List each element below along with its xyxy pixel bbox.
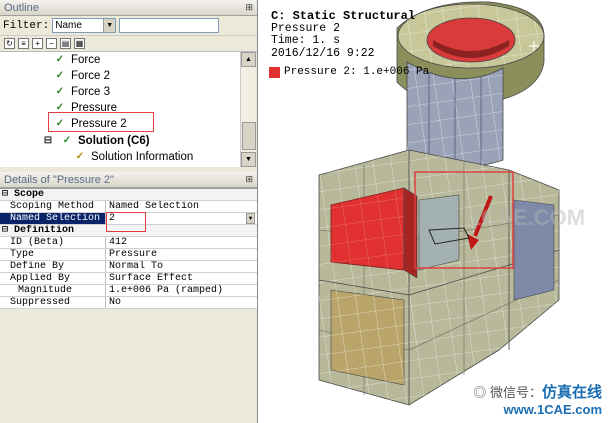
watermark-site: www.1CAE.com — [503, 402, 602, 417]
filter-select[interactable]: Name ▼ — [52, 18, 117, 33]
legend-label: Pressure 2: 1.e+006 Pa — [284, 66, 430, 78]
details-table: ⊟ Scope Scoping Method Named Selection N… — [0, 188, 257, 309]
table-row[interactable]: Type Pressure — [0, 249, 257, 261]
collapse-icon[interactable]: ⊟ — [2, 225, 14, 236]
watermark-brand: 仿真在线 — [541, 384, 602, 401]
scroll-thumb[interactable] — [242, 122, 256, 150]
force-icon: ✓ — [55, 86, 65, 97]
refresh-icon[interactable]: ↻ — [4, 38, 15, 49]
body — [318, 149, 560, 406]
watermark-wechat: 微信号： — [489, 385, 542, 400]
outline-tree: ✓ Force ✓ Force 2 ✓ Force 3 ✓ Pressure ✓… — [0, 52, 240, 167]
tree-icon[interactable]: ≡ — [18, 38, 29, 49]
table-row[interactable]: Magnitude 1.e+006 Pa (ramped) — [0, 285, 257, 297]
collapse-icon[interactable]: ⊟ — [2, 189, 14, 200]
table-row[interactable]: Define By Normal To — [0, 261, 257, 273]
filter-label: Filter: — [3, 19, 50, 32]
collapse-all-icon[interactable]: − — [46, 38, 57, 49]
details-title: Details of "Pressure 2" — [4, 173, 114, 186]
table-row[interactable]: ID (Beta) 412 — [0, 237, 257, 249]
folder-icon[interactable]: ▤ — [60, 38, 71, 49]
graphics-viewport[interactable]: C: Static Structural Pressure 2 Time: 1.… — [259, 0, 610, 423]
date-readout: 2016/12/16 9:22 — [271, 46, 375, 60]
left-panel: Outline ⊞ Filter: Name ▼ ↻ ≡ + − ▤ ▦ ✓ F… — [0, 0, 258, 423]
pin-icon[interactable]: ⊞ — [245, 2, 253, 13]
chevron-down-icon[interactable]: ▼ — [246, 213, 255, 224]
filter-row: Filter: Name ▼ — [0, 16, 257, 36]
tree-item-force[interactable]: ✓ Force — [52, 52, 101, 67]
wechat-icon: ◎ — [473, 385, 487, 400]
outline-scrollbar[interactable]: ▲ ▼ — [240, 52, 256, 167]
viewport-info: C: Static Structural Pressure 2 Time: 1.… — [271, 10, 415, 60]
watermark: ◎ 微信号：仿真在线 www.1CAE.com — [473, 381, 602, 417]
scroll-up-icon[interactable]: ▲ — [241, 52, 256, 67]
collapse-icon[interactable]: ⊟ — [40, 135, 56, 147]
outline-title: Outline — [4, 1, 39, 14]
filter-input[interactable] — [119, 18, 220, 33]
legend: Pressure 2: 1.e+006 Pa — [269, 66, 429, 78]
info-icon: ✓ — [75, 151, 85, 162]
table-row[interactable]: Suppressed No — [0, 297, 257, 309]
time-readout: Time: 1. s — [271, 34, 341, 47]
outline-header: Outline ⊞ — [0, 0, 257, 16]
watermark-center: 1CAE.COM — [469, 205, 586, 230]
highlight-box — [106, 212, 146, 232]
table-row[interactable]: Applied By Surface Effect — [0, 273, 257, 285]
force-icon: ✓ — [55, 54, 65, 65]
tree-item-force-3[interactable]: ✓ Force 3 — [52, 84, 110, 99]
tree-item-force-2[interactable]: ✓ Force 2 — [52, 68, 110, 83]
scroll-down-icon[interactable]: ▼ — [241, 152, 256, 167]
filter-value: Name — [55, 20, 82, 31]
tree-item-solution-information[interactable]: ✓ Solution Information — [72, 149, 194, 164]
filter-icon[interactable]: ▦ — [74, 38, 85, 49]
expand-all-icon[interactable]: + — [32, 38, 43, 49]
legend-swatch — [269, 66, 280, 78]
outline-toolbar: ↻ ≡ + − ▤ ▦ — [0, 36, 257, 52]
details-header: Details of "Pressure 2" ⊞ — [0, 172, 257, 188]
solution-icon: ✓ — [62, 135, 72, 146]
section-scope[interactable]: ⊟ Scope — [0, 189, 257, 201]
tree-item-solution[interactable]: ⊟ ✓ Solution (C6) — [40, 133, 150, 148]
analysis-title: C: Static Structural — [271, 9, 416, 23]
force-icon: ✓ — [55, 70, 65, 81]
highlight-box — [48, 112, 154, 132]
pin-icon[interactable]: ⊞ — [245, 174, 253, 185]
chevron-down-icon[interactable]: ▼ — [103, 19, 116, 32]
